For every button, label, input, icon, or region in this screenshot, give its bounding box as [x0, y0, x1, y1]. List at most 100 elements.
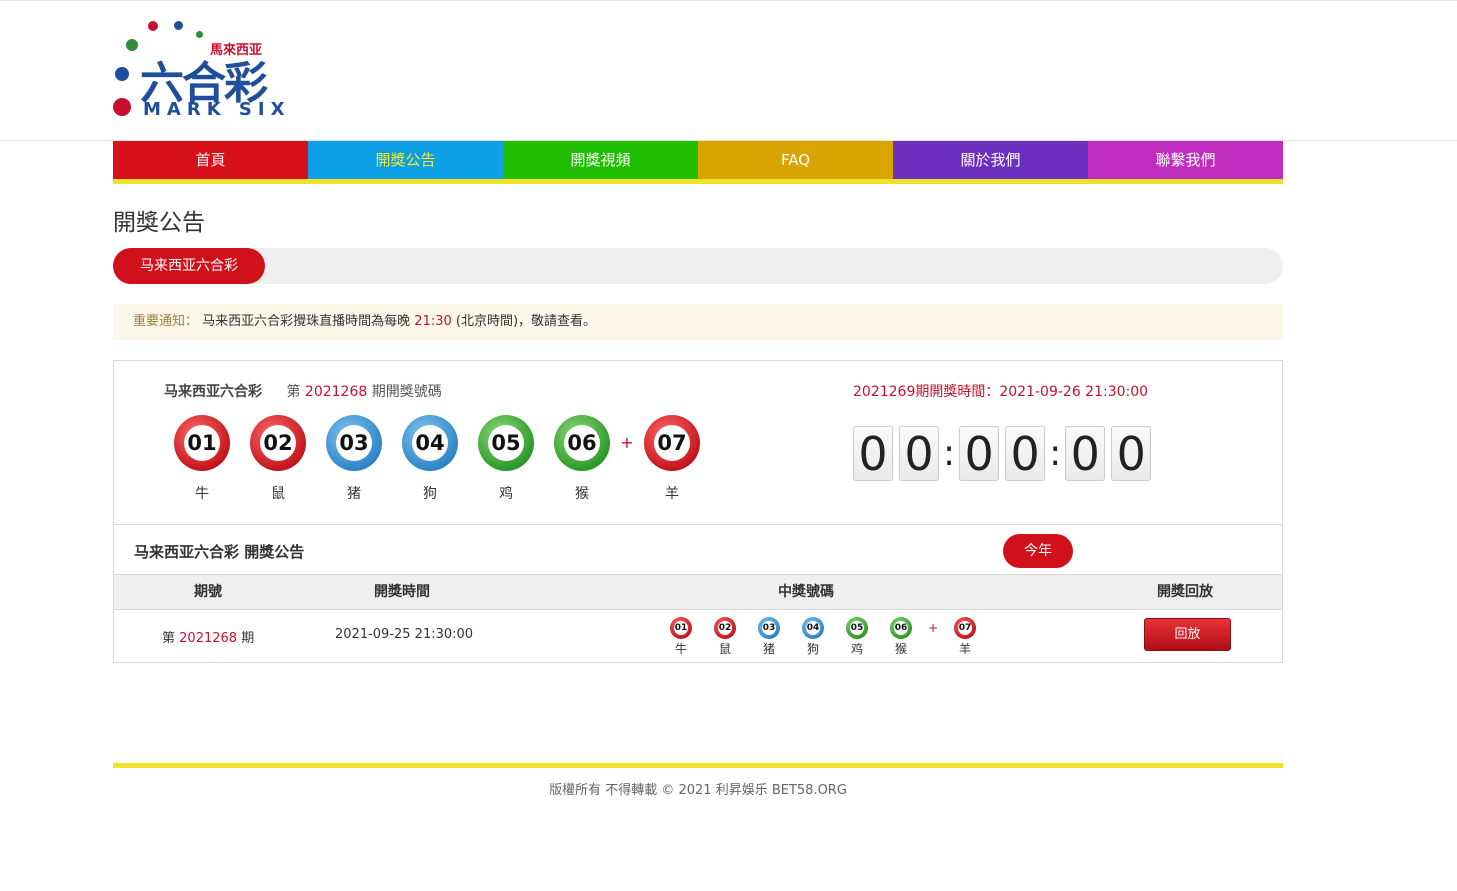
mini-zodiac: 猪: [762, 642, 775, 656]
latest-draw-heading: 马来西亚六合彩 第 2021268 期開獎號碼: [164, 381, 442, 401]
this-year-button[interactable]: 今年: [1003, 534, 1073, 568]
special-ball: 07: [644, 415, 700, 471]
notice-text-after: (北京時間)，敬請查看。: [451, 314, 597, 329]
countdown-timer: 0 0 : 0 0 : 0 0: [853, 426, 1157, 481]
mini-zodiac: 鸡: [850, 642, 863, 656]
ball-item: 04 狗: [392, 415, 468, 503]
mini-zodiac: 鼠: [718, 642, 731, 656]
ball-zodiac: 猪: [347, 486, 361, 502]
row-period: 第 2021268 期: [162, 627, 254, 646]
countdown-digit: 0: [959, 426, 1000, 481]
mini-ball-number: 04: [806, 621, 820, 635]
next-datetime: 2021-09-26 21:30:00: [999, 384, 1149, 400]
ball-number: 06: [564, 425, 600, 461]
countdown-digit: 0: [1111, 426, 1152, 481]
lottery-ball: 02: [250, 415, 306, 471]
countdown-colon: :: [943, 433, 956, 474]
nav-item-announcement[interactable]: 開獎公告: [308, 141, 503, 179]
mini-zodiac: 羊: [958, 642, 971, 656]
mini-ball-item: 03 猪: [747, 617, 791, 657]
mark-six-logo[interactable]: 馬來西亚 六合彩 MARK SIX: [110, 17, 300, 127]
mini-special-ball-item: 07 羊: [943, 617, 987, 657]
lottery-ball: 04: [402, 415, 458, 471]
countdown-digit: 0: [853, 426, 893, 481]
ball-item: 02 鼠: [240, 415, 316, 503]
logo-english: MARK SIX: [143, 99, 291, 120]
logo-dot: [126, 39, 138, 51]
mini-ball-number: 06: [894, 621, 908, 635]
logo-dot: [174, 21, 183, 30]
replay-button[interactable]: 回放: [1144, 618, 1231, 651]
countdown-digit: 0: [1005, 426, 1046, 481]
history-title: 马来西亚六合彩 開獎公告: [134, 543, 305, 561]
countdown-colon: :: [1049, 433, 1062, 474]
next-label: 期開獎時間：: [915, 384, 1000, 400]
mini-ball: 01: [670, 617, 692, 639]
ball-number: 05: [488, 425, 524, 461]
notice-label: 重要通知：: [133, 314, 199, 329]
logo-dot: [148, 21, 158, 31]
ball-number: 02: [260, 425, 296, 461]
col-replay: 開獎回放: [1157, 584, 1213, 600]
notice-time: 21:30: [414, 314, 452, 329]
special-ball-item: 07 羊: [634, 415, 710, 503]
row-balls: 01 牛 02 鼠 03 猪 04 狗 05 鸡 06 猴 + 07 羊: [659, 617, 987, 657]
nav-item-faq[interactable]: FAQ: [698, 141, 893, 179]
mini-ball: 06: [890, 617, 912, 639]
header: 馬來西亚 六合彩 MARK SIX: [0, 0, 1457, 141]
next-period: 2021269: [853, 384, 916, 400]
mini-zodiac: 猴: [894, 642, 907, 656]
ball-item: 03 猪: [316, 415, 392, 503]
ball-item: 01 牛: [164, 415, 240, 503]
plus-sign: +: [927, 621, 939, 635]
mini-ball-item: 01 牛: [659, 617, 703, 657]
section-divider: [114, 524, 1282, 525]
mini-ball-number: 07: [958, 621, 972, 635]
notice-bar: 重要通知： 马来西亚六合彩攪珠直播時間為每晚 21:30 (北京時間)，敬請查看…: [113, 304, 1283, 340]
nav-item-home[interactable]: 首頁: [113, 141, 308, 179]
ball-number: 01: [184, 425, 220, 461]
mini-ball-item: 05 鸡: [835, 617, 879, 657]
period-prefix: 第: [286, 384, 301, 400]
ball-zodiac: 猴: [575, 486, 589, 502]
lottery-tabbar: 马来西亚六合彩: [113, 248, 1283, 284]
plus-sign: +: [620, 433, 634, 452]
lottery-ball: 05: [478, 415, 534, 471]
mini-ball-number: 03: [762, 621, 776, 635]
mini-zodiac: 牛: [674, 642, 687, 656]
mini-ball: 05: [846, 617, 868, 639]
col-time: 開獎時間: [374, 584, 430, 600]
nav-item-contact[interactable]: 聯繫我們: [1088, 141, 1283, 179]
next-draw-info: 2021269期開獎時間：2021-09-26 21:30:00: [853, 381, 1148, 401]
footer-divider: [113, 763, 1283, 768]
logo-dot: [196, 31, 203, 38]
main-nav: 首頁 開獎公告 開獎視頻 FAQ 關於我們 聯繫我們: [113, 141, 1283, 184]
mini-ball-item: 06 猴: [879, 617, 923, 657]
mini-special-ball: 07: [954, 617, 976, 639]
tab-malaysia-mark-six[interactable]: 马来西亚六合彩: [113, 248, 265, 284]
page-title: 開獎公告: [113, 210, 205, 236]
mini-ball: 04: [802, 617, 824, 639]
mini-ball-item: 04 狗: [791, 617, 835, 657]
nav-item-about[interactable]: 關於我們: [893, 141, 1088, 179]
mini-ball-item: 02 鼠: [703, 617, 747, 657]
logo-dot: [115, 67, 129, 81]
latest-balls: 01 牛 02 鼠 03 猪 04 狗 05 鸡 06 猴 + 07 羊: [164, 415, 710, 503]
ball-item: 05 鸡: [468, 415, 544, 503]
ball-zodiac: 鸡: [499, 486, 513, 502]
logo-dot: [113, 98, 131, 116]
ball-zodiac: 牛: [195, 486, 209, 502]
ball-zodiac: 狗: [423, 486, 437, 502]
nav-item-video[interactable]: 開獎視頻: [503, 141, 698, 179]
countdown-digit: 0: [899, 426, 939, 481]
period-suffix: 期開獎號碼: [371, 384, 442, 400]
footer-copyright: 版權所有 不得轉載 © 2021 利昇娛乐 BET58.ORG: [549, 783, 847, 798]
table-header: 期號 開獎時間 中獎號碼 開獎回放: [114, 574, 1282, 610]
row-period-number: 2021268: [179, 631, 238, 646]
draw-panel: 马来西亚六合彩 第 2021268 期開獎號碼 01 牛 02 鼠 03 猪 04 狗 …: [113, 360, 1283, 663]
lottery-ball: 03: [326, 415, 382, 471]
lottery-name: 马来西亚六合彩: [164, 384, 262, 400]
ball-number: 07: [654, 425, 690, 461]
col-numbers: 中獎號碼: [778, 584, 834, 600]
row-period-suffix: 期: [241, 631, 255, 646]
